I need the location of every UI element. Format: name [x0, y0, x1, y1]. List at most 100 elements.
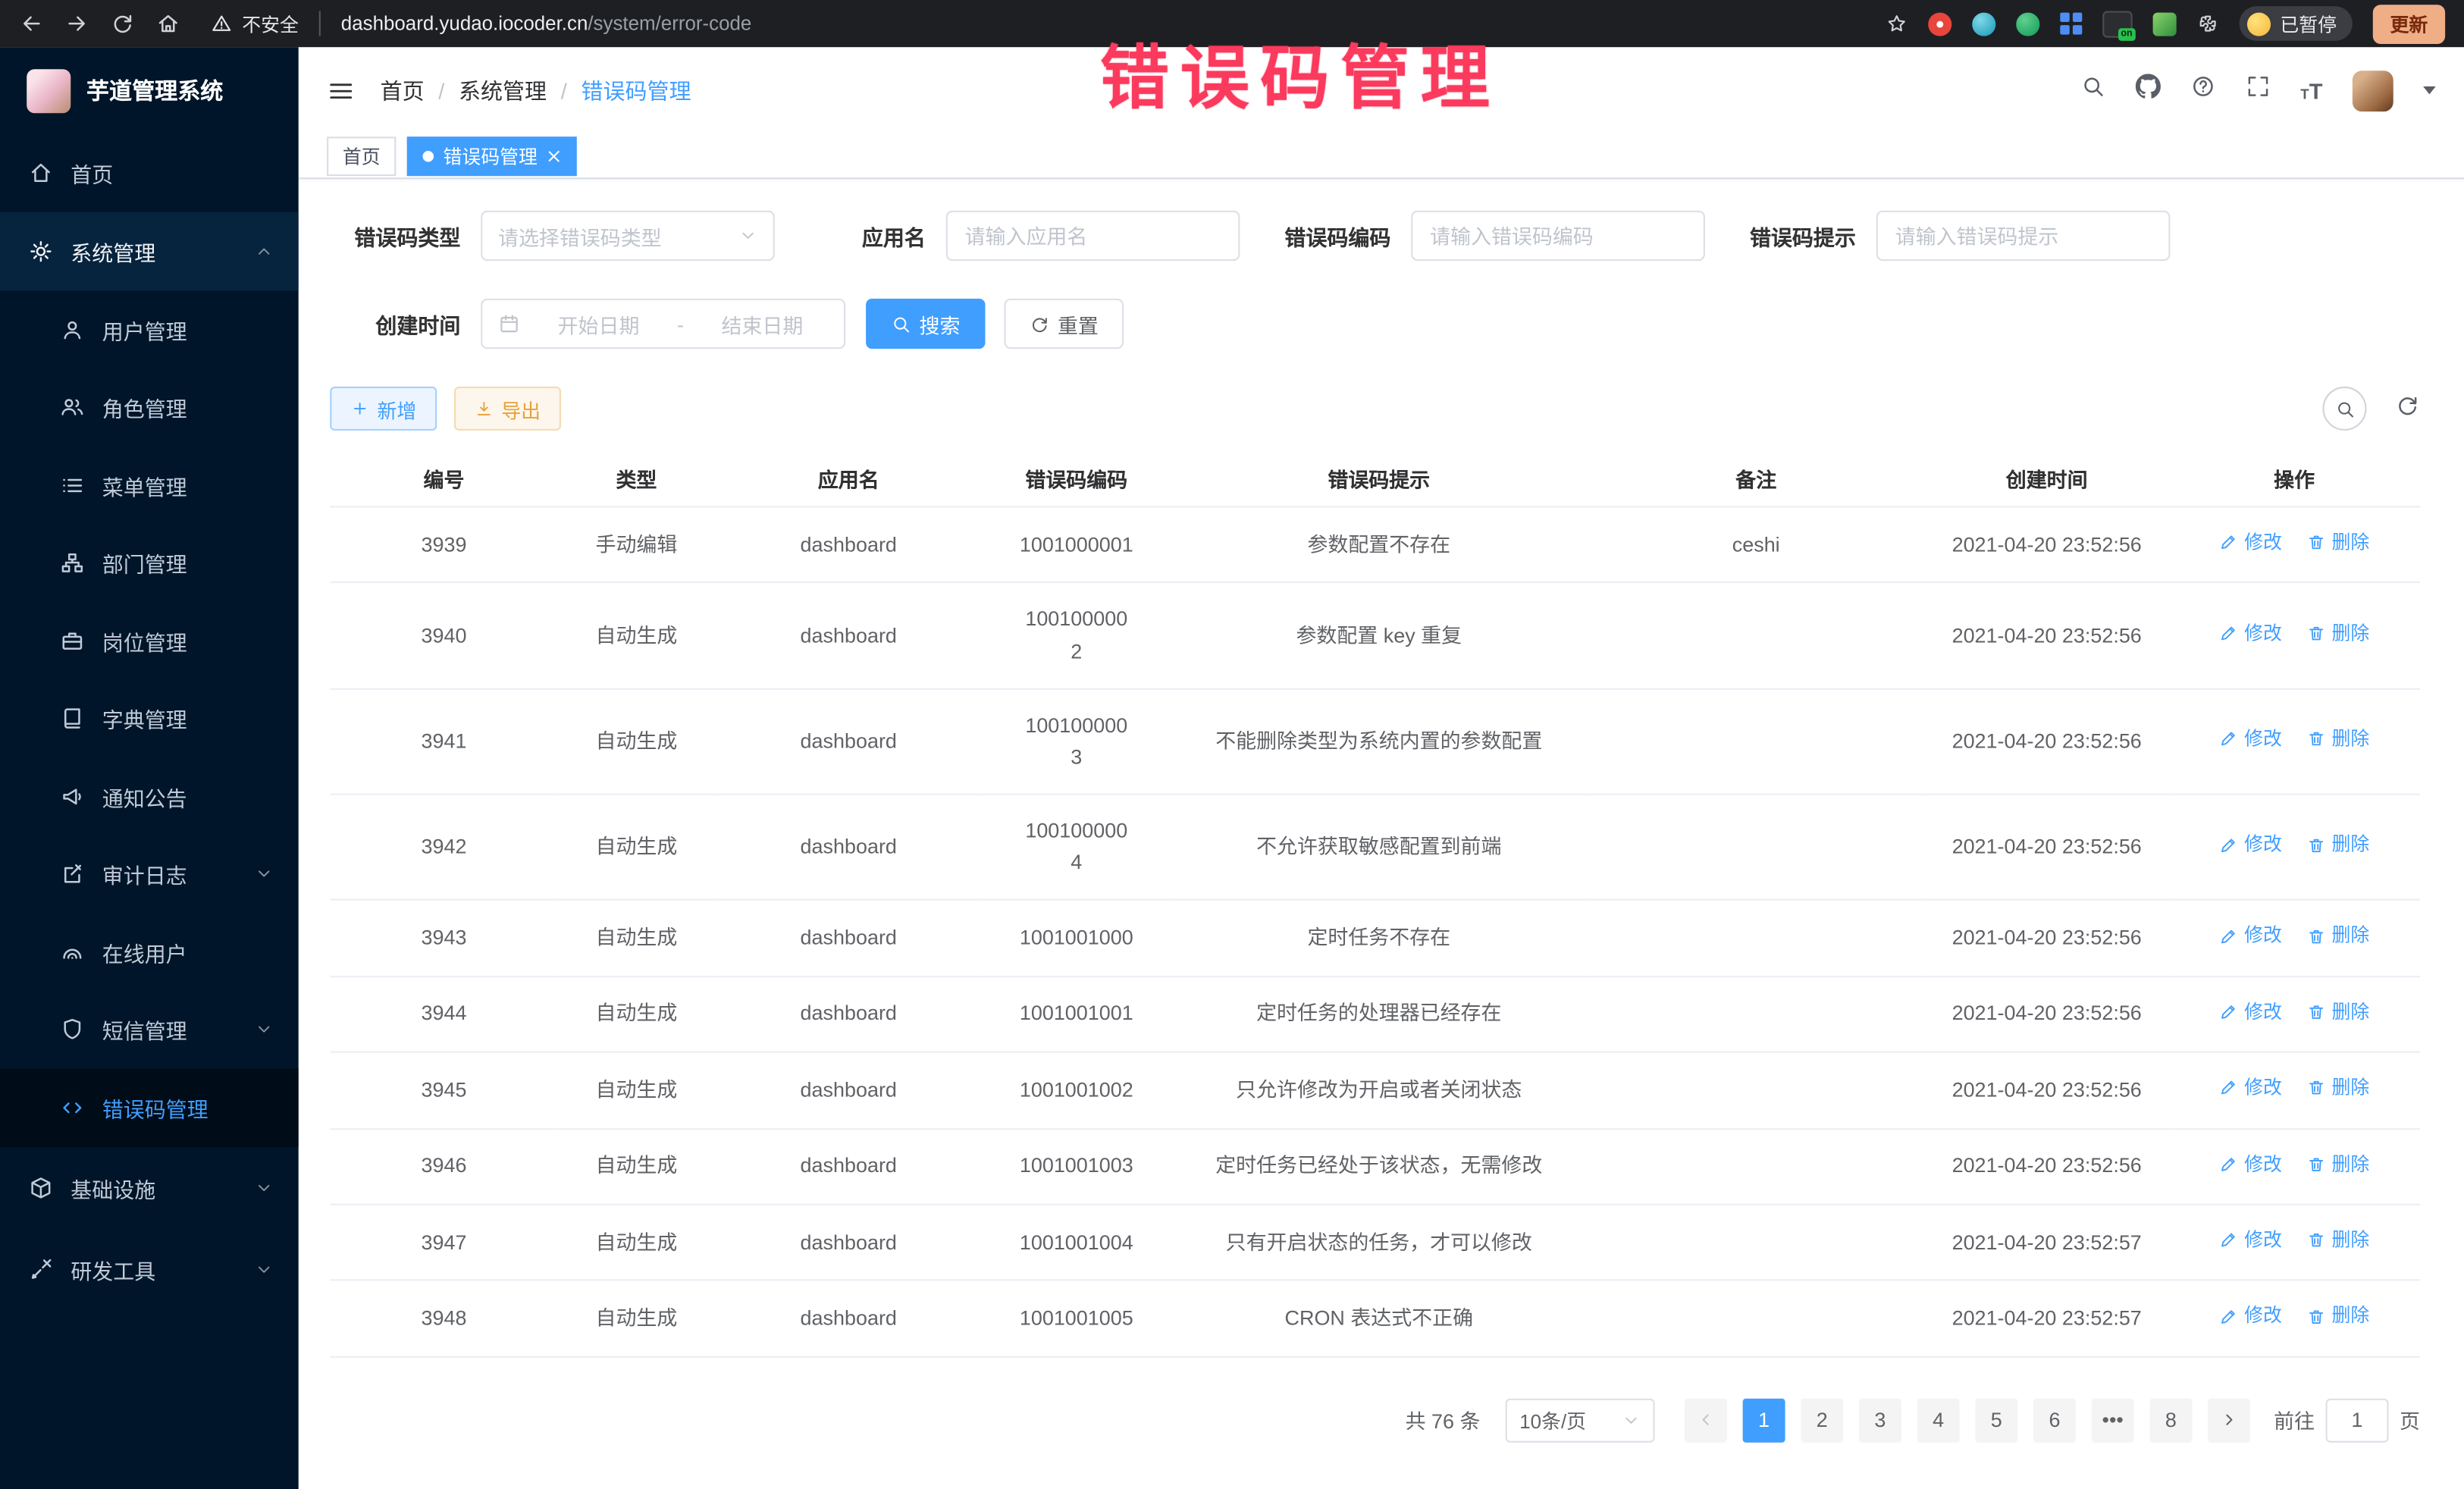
- next-page-button[interactable]: [2208, 1399, 2250, 1443]
- refresh-table-icon[interactable]: [2395, 392, 2420, 425]
- site-security-chip[interactable]: 不安全: [211, 10, 299, 36]
- sidebar-item-sms-management[interactable]: 短信管理: [0, 991, 299, 1069]
- error-hint-input[interactable]: [1878, 212, 2168, 259]
- delete-link[interactable]: 删除: [2306, 921, 2369, 951]
- delete-link[interactable]: 删除: [2306, 1149, 2369, 1179]
- page-button-6[interactable]: 6: [2033, 1399, 2076, 1443]
- edit-link[interactable]: 修改: [2219, 998, 2282, 1027]
- more-pages-button[interactable]: •••: [2092, 1399, 2134, 1443]
- sidebar-item-system-management[interactable]: 系统管理: [0, 212, 299, 291]
- extensions-puzzle-icon[interactable]: [2197, 13, 2219, 35]
- hamburger-icon[interactable]: [327, 77, 355, 105]
- cell-type: 自动生成: [558, 976, 715, 1052]
- page-size-select[interactable]: 10条/页: [1506, 1399, 1655, 1443]
- add-button[interactable]: 新增: [330, 387, 437, 431]
- users-icon: [60, 395, 85, 420]
- delete-link[interactable]: 删除: [2306, 528, 2369, 557]
- sidebar-item-dev-tools[interactable]: 研发工具: [0, 1228, 299, 1310]
- delete-link[interactable]: 删除: [2306, 1074, 2369, 1103]
- delete-link[interactable]: 删除: [2306, 1226, 2369, 1255]
- sidebar-item-online-users[interactable]: 在线用户: [0, 913, 299, 991]
- delete-link[interactable]: 删除: [2306, 1302, 2369, 1331]
- sidebar-item-notice-announcement[interactable]: 通知公告: [0, 757, 299, 835]
- goto-page-input[interactable]: [2326, 1399, 2389, 1443]
- extension-icon-blue-grid[interactable]: [2060, 13, 2082, 35]
- extension-icon-dark-on[interactable]: on: [2102, 10, 2132, 36]
- cell-code: 100100000 4: [982, 795, 1171, 900]
- trash-icon: [2306, 926, 2325, 945]
- menu-label: 通知公告: [102, 781, 187, 812]
- cell-hint: 参数配置不存在: [1171, 506, 1587, 582]
- edit-link[interactable]: 修改: [2219, 528, 2282, 557]
- font-size-icon[interactable]: TT: [2300, 80, 2322, 102]
- avatar-caret-down-icon[interactable]: [2423, 86, 2436, 94]
- sidebar-item-user-management[interactable]: 用户管理: [0, 290, 299, 368]
- trash-icon: [2306, 1079, 2325, 1098]
- error-type-select[interactable]: 请选择错误码类型: [481, 211, 775, 261]
- extension-icon-green-v[interactable]: [2016, 12, 2039, 36]
- prev-page-button[interactable]: [1685, 1399, 1727, 1443]
- arrow-left-icon: [1695, 1410, 1716, 1431]
- sidebar-item-department-management[interactable]: 部门管理: [0, 524, 299, 602]
- edit-link[interactable]: 修改: [2219, 619, 2282, 648]
- sidebar-item-error-code-management[interactable]: 错误码管理: [0, 1068, 299, 1146]
- sidebar-item-position-management[interactable]: 岗位管理: [0, 602, 299, 680]
- page-button-2[interactable]: 2: [1801, 1399, 1843, 1443]
- cell-app: dashboard: [715, 506, 982, 582]
- sidebar-item-menu-management[interactable]: 菜单管理: [0, 447, 299, 525]
- user-avatar[interactable]: [2353, 70, 2393, 111]
- extension-icon-teal-drop[interactable]: [1972, 12, 1995, 36]
- extension-icon-red-circle[interactable]: [1928, 12, 1951, 36]
- sidebar-item-dictionary-management[interactable]: 字典管理: [0, 679, 299, 757]
- cell-ops: 修改 删除: [2168, 1281, 2420, 1356]
- edit-link[interactable]: 修改: [2219, 830, 2282, 860]
- page-button-3[interactable]: 3: [1859, 1399, 1901, 1443]
- pencil-icon: [2219, 533, 2238, 552]
- help-icon[interactable]: [2190, 74, 2215, 107]
- edit-link[interactable]: 修改: [2219, 725, 2282, 754]
- toggle-search-button[interactable]: [2322, 387, 2366, 431]
- delete-link[interactable]: 删除: [2306, 998, 2369, 1027]
- edit-link[interactable]: 修改: [2219, 1149, 2282, 1179]
- browser-home-icon[interactable]: [155, 11, 180, 36]
- reset-button[interactable]: 重置: [1004, 299, 1124, 349]
- tab-home[interactable]: 首页: [327, 136, 396, 175]
- browser-back-icon[interactable]: [19, 11, 44, 36]
- paused-profile-badge[interactable]: 已暂停: [2240, 6, 2353, 41]
- edit-link[interactable]: 修改: [2219, 1074, 2282, 1103]
- close-tab-icon[interactable]: [547, 149, 561, 163]
- edit-link[interactable]: 修改: [2219, 1302, 2282, 1331]
- browser-forward-icon[interactable]: [64, 11, 89, 36]
- sidebar-item-audit-log[interactable]: 审计日志: [0, 835, 299, 914]
- search-button[interactable]: 搜索: [866, 299, 986, 349]
- delete-link[interactable]: 删除: [2306, 830, 2369, 860]
- tab-error-code-management[interactable]: 错误码管理: [407, 136, 577, 175]
- breadcrumb-system[interactable]: 系统管理: [459, 74, 547, 105]
- breadcrumb-home[interactable]: 首页: [381, 74, 425, 105]
- page-button-4[interactable]: 4: [1917, 1399, 1960, 1443]
- page-button-1[interactable]: 1: [1743, 1399, 1785, 1443]
- search-icon[interactable]: [2080, 74, 2105, 107]
- github-icon[interactable]: [2136, 74, 2161, 107]
- sidebar-item-role-management[interactable]: 角色管理: [0, 368, 299, 447]
- delete-link[interactable]: 删除: [2306, 619, 2369, 648]
- bookmark-star-icon[interactable]: [1886, 13, 1908, 35]
- edit-link[interactable]: 修改: [2219, 1226, 2282, 1255]
- filter-label-time: 创建时间: [330, 308, 460, 339]
- browser-reload-icon[interactable]: [110, 11, 135, 36]
- edit-link[interactable]: 修改: [2219, 921, 2282, 951]
- page-button-5[interactable]: 5: [1975, 1399, 2017, 1443]
- delete-link[interactable]: 删除: [2306, 725, 2369, 754]
- sidebar-item-home[interactable]: 首页: [0, 133, 299, 212]
- sidebar-item-infrastructure[interactable]: 基础设施: [0, 1146, 299, 1228]
- create-time-range-picker[interactable]: 开始日期 - 结束日期: [481, 299, 845, 349]
- page-button-8[interactable]: 8: [2149, 1399, 2192, 1443]
- error-code-input[interactable]: [1412, 212, 1703, 259]
- cell-ops: 修改 删除: [2168, 688, 2420, 794]
- app-name-input[interactable]: [948, 212, 1238, 259]
- export-button[interactable]: 导出: [454, 387, 561, 431]
- cell-type: 自动生成: [558, 583, 715, 688]
- browser-update-button[interactable]: 更新: [2373, 4, 2445, 43]
- extension-icon-green-square[interactable]: [2153, 12, 2177, 36]
- fullscreen-icon[interactable]: [2246, 74, 2271, 107]
